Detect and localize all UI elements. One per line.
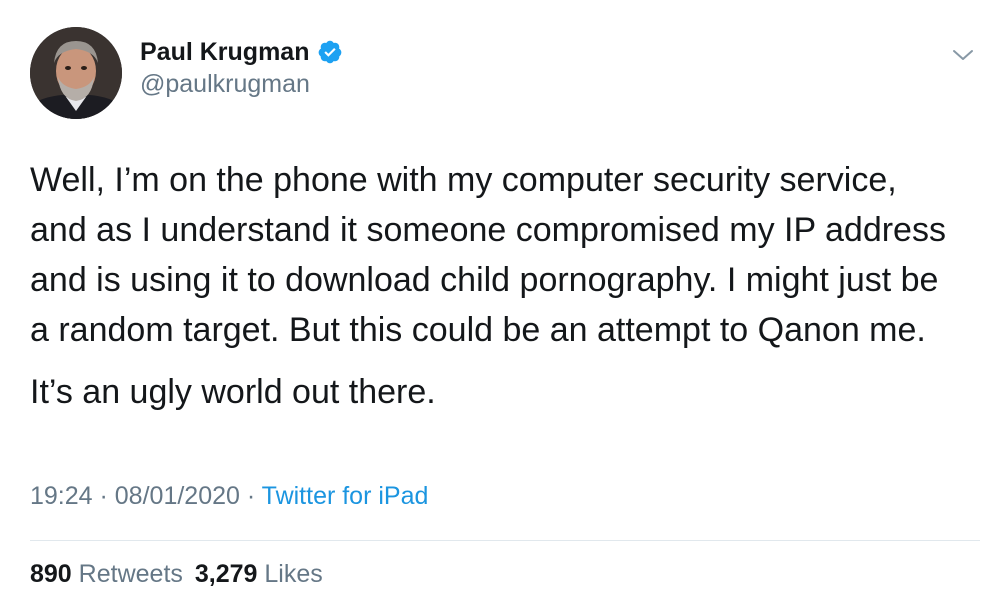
author-handle[interactable]: @paulkrugman (140, 70, 310, 99)
meta-separator: · (92, 482, 115, 510)
tweet-paragraph-1: Well, I’m on the phone with my computer … (30, 161, 946, 349)
tweet-source-link[interactable]: Twitter for iPad (262, 482, 429, 510)
verified-badge-icon (317, 39, 343, 65)
retweets-count: 890 (30, 560, 72, 588)
divider (30, 540, 980, 541)
likes-stat[interactable]: 3,279 Likes (195, 560, 323, 588)
author-display-name[interactable]: Paul Krugman (140, 38, 309, 67)
tweet-paragraph-2: It’s an ugly world out there. (30, 373, 436, 411)
avatar[interactable] (30, 27, 122, 119)
retweets-stat[interactable]: 890 Retweets (30, 560, 183, 588)
tweet-time[interactable]: 19:24 (30, 482, 93, 510)
likes-label: Likes (264, 560, 323, 588)
meta-separator: · (239, 482, 262, 510)
tweet-meta: 19:24 · 08/01/2020 · Twitter for iPad (30, 482, 428, 511)
tweet-text: Well, I’m on the phone with my computer … (30, 155, 980, 417)
retweets-label: Retweets (78, 560, 183, 588)
chevron-down-icon[interactable] (950, 45, 976, 65)
author-name-row[interactable]: Paul Krugman (140, 36, 343, 68)
tweet-date[interactable]: 08/01/2020 (115, 482, 240, 510)
tweet-stats: 890 Retweets 3,279 Likes (30, 560, 323, 589)
tweet-card: Paul Krugman @paulkrugman Well, I’m on t… (0, 0, 1000, 599)
likes-count: 3,279 (194, 560, 258, 588)
